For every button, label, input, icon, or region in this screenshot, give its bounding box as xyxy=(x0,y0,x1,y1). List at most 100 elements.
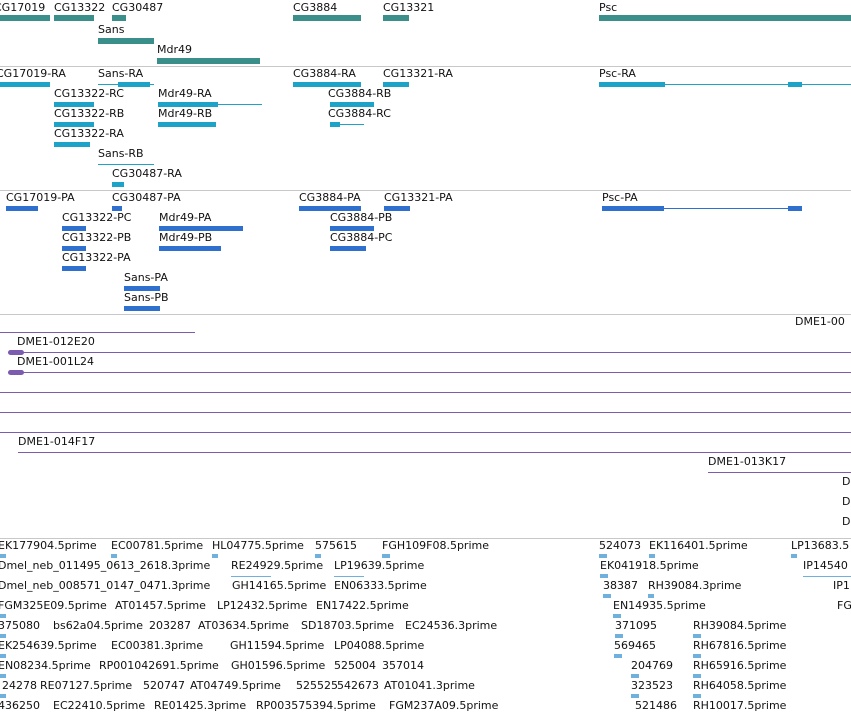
transcript-label[interactable]: CG17019-RA xyxy=(0,68,66,80)
est-label[interactable]: GH11594.5prime xyxy=(230,640,324,652)
est-label[interactable]: AT04749.5prime xyxy=(190,680,281,692)
protein-label[interactable]: Sans-PB xyxy=(124,292,169,304)
est-label[interactable]: 357014 xyxy=(382,660,424,672)
clone-line[interactable] xyxy=(18,452,851,453)
transcript-label[interactable]: CG3884-RB xyxy=(328,88,391,100)
est-label[interactable]: RP003575394.5prime xyxy=(256,700,376,712)
est-feature[interactable] xyxy=(693,654,701,658)
clone-label[interactable]: DME1-014F17 xyxy=(18,436,95,448)
est-feature[interactable] xyxy=(693,694,701,698)
est-feature[interactable] xyxy=(111,554,117,558)
transcript-label[interactable]: CG3884-RA xyxy=(293,68,356,80)
clone-line[interactable] xyxy=(8,372,851,373)
est-label[interactable]: EK116401.5prime xyxy=(649,540,748,552)
gene-label[interactable]: CG30487 xyxy=(112,2,163,14)
est-label[interactable]: 521486 xyxy=(635,700,677,712)
clone-line[interactable] xyxy=(0,412,851,413)
est-line[interactable] xyxy=(231,576,271,577)
est-label[interactable]: HL04775.5prime xyxy=(212,540,304,552)
protein-label[interactable]: CG13322-PB xyxy=(62,232,131,244)
est-feature[interactable] xyxy=(0,554,6,558)
transcript-label[interactable]: CG13322-RA xyxy=(54,128,124,140)
est-label[interactable]: LP04088.5prime xyxy=(334,640,424,652)
est-feature[interactable] xyxy=(0,694,6,698)
protein-label[interactable]: CG13321-PA xyxy=(384,192,453,204)
est-label[interactable]: SD18703.5prime xyxy=(301,620,394,632)
transcript-feature[interactable] xyxy=(118,82,150,87)
est-label[interactable]: AT01041.3prime xyxy=(384,680,475,692)
est-label[interactable]: LP13683.5 xyxy=(791,540,849,552)
est-label[interactable]: IP1 xyxy=(833,580,850,592)
est-label[interactable]: AT03634.5prime xyxy=(198,620,289,632)
transcript-label[interactable]: Psc-RA xyxy=(599,68,636,80)
transcript-feature[interactable] xyxy=(330,122,340,127)
est-label[interactable]: 525004 xyxy=(334,660,376,672)
protein-label[interactable]: CG13322-PC xyxy=(62,212,131,224)
protein-feature[interactable] xyxy=(112,206,122,211)
est-label[interactable]: RH65916.5prime xyxy=(693,660,786,672)
transcript-feature[interactable] xyxy=(0,82,50,87)
est-label[interactable]: EK254639.5prime xyxy=(0,640,97,652)
transcript-feature[interactable] xyxy=(158,122,216,127)
gene-feature[interactable] xyxy=(98,38,154,44)
est-label[interactable]: 323523 xyxy=(631,680,673,692)
est-label[interactable]: 575615 xyxy=(315,540,357,552)
est-label[interactable]: FG xyxy=(837,600,851,612)
protein-label[interactable]: Mdr49-PB xyxy=(159,232,212,244)
est-label[interactable]: 520747 xyxy=(143,680,185,692)
est-label[interactable]: RE01425.3prime xyxy=(154,700,246,712)
est-label[interactable]: EN14935.5prime xyxy=(613,600,706,612)
est-feature[interactable] xyxy=(648,594,654,598)
transcript-feature[interactable] xyxy=(330,102,374,107)
protein-label[interactable]: CG13322-PA xyxy=(62,252,131,264)
gene-feature[interactable] xyxy=(54,15,94,21)
est-label[interactable]: LP19639.5prime xyxy=(334,560,424,572)
clone-label[interactable]: DME1-00 xyxy=(795,316,845,328)
protein-feature[interactable] xyxy=(124,286,160,291)
est-line[interactable] xyxy=(334,576,364,577)
est-label[interactable]: 375080 xyxy=(0,620,40,632)
est-feature[interactable] xyxy=(212,554,218,558)
est-feature[interactable] xyxy=(631,674,639,678)
gene-feature[interactable] xyxy=(112,15,126,21)
est-feature[interactable] xyxy=(614,654,622,658)
est-label[interactable]: Dmel_neb_008571_0147_0471.3prime xyxy=(0,580,210,592)
est-label[interactable]: 436250 xyxy=(0,700,40,712)
gene-label[interactable]: CG17019 xyxy=(0,2,45,14)
est-feature[interactable] xyxy=(600,574,608,578)
protein-label[interactable]: CG17019-PA xyxy=(6,192,75,204)
transcript-feature[interactable] xyxy=(54,142,90,147)
est-label[interactable]: 204769 xyxy=(631,660,673,672)
transcript-label[interactable]: CG13322-RC xyxy=(54,88,124,100)
protein-label[interactable]: CG30487-PA xyxy=(112,192,181,204)
protein-label[interactable]: Sans-PA xyxy=(124,272,168,284)
transcript-label[interactable]: Mdr49-RA xyxy=(158,88,212,100)
transcript-feature[interactable] xyxy=(54,102,94,107)
est-feature[interactable] xyxy=(613,614,621,618)
transcript-feature[interactable] xyxy=(788,82,802,87)
transcript-label[interactable]: CG13321-RA xyxy=(383,68,453,80)
protein-feature[interactable] xyxy=(159,226,243,231)
clone-line[interactable] xyxy=(0,332,195,333)
protein-feature[interactable] xyxy=(62,226,86,231)
clone-label[interactable]: DME1-013K17 xyxy=(708,456,786,468)
est-label[interactable]: RH64058.5prime xyxy=(693,680,786,692)
est-feature[interactable] xyxy=(693,674,701,678)
gene-label[interactable]: Psc xyxy=(599,2,617,14)
clone-label[interactable]: D xyxy=(842,496,850,508)
gene-label[interactable]: CG3884 xyxy=(293,2,337,14)
gene-label[interactable]: CG13321 xyxy=(383,2,434,14)
est-feature[interactable] xyxy=(0,614,6,618)
est-feature[interactable] xyxy=(315,554,321,558)
gene-label[interactable]: CG13322 xyxy=(54,2,105,14)
clone-line[interactable] xyxy=(8,352,851,353)
est-label[interactable]: AT01457.5prime xyxy=(115,600,206,612)
est-label[interactable]: EN08234.5prime xyxy=(0,660,91,672)
transcript-feature[interactable] xyxy=(599,82,665,87)
est-feature[interactable] xyxy=(382,554,390,558)
protein-label[interactable]: CG3884-PA xyxy=(299,192,361,204)
est-label[interactable]: EC00781.5prime xyxy=(111,540,203,552)
protein-feature[interactable] xyxy=(788,206,802,211)
est-label[interactable]: 542673 xyxy=(337,680,379,692)
protein-feature[interactable] xyxy=(299,206,361,211)
